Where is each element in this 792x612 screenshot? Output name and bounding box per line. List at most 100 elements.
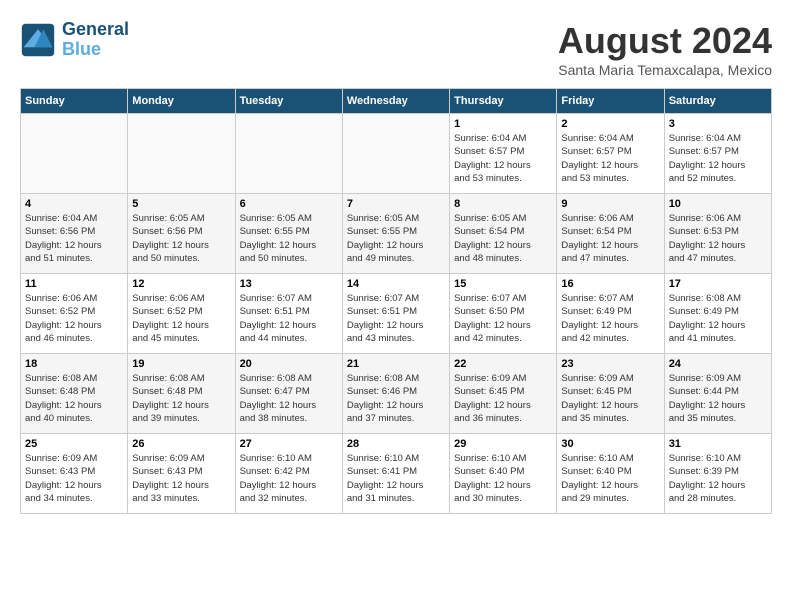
day-number: 5 [132, 198, 230, 210]
day-number: 17 [669, 278, 767, 290]
day-content: Sunrise: 6:07 AM Sunset: 6:49 PM Dayligh… [561, 292, 659, 345]
calendar-cell [235, 114, 342, 194]
day-content: Sunrise: 6:08 AM Sunset: 6:48 PM Dayligh… [132, 372, 230, 425]
day-number: 3 [669, 118, 767, 130]
calendar-cell: 23Sunrise: 6:09 AM Sunset: 6:45 PM Dayli… [557, 354, 664, 434]
day-content: Sunrise: 6:10 AM Sunset: 6:42 PM Dayligh… [240, 452, 338, 505]
calendar-table: SundayMondayTuesdayWednesdayThursdayFrid… [20, 88, 772, 514]
day-number: 30 [561, 438, 659, 450]
calendar-cell [342, 114, 449, 194]
day-of-week-header: Tuesday [235, 89, 342, 114]
day-number: 16 [561, 278, 659, 290]
logo-text: General Blue [62, 20, 129, 60]
calendar-cell: 28Sunrise: 6:10 AM Sunset: 6:41 PM Dayli… [342, 434, 449, 514]
calendar-body: 1 Sunrise: 6:04 AM Sunset: 6:57 PM Daylig… [21, 114, 772, 514]
day-of-week-header: Saturday [664, 89, 771, 114]
day-content: Sunrise: 6:09 AM Sunset: 6:44 PM Dayligh… [669, 372, 767, 425]
calendar-cell: 13 Sunrise: 6:07 AM Sunset: 6:51 PM Dayli… [235, 274, 342, 354]
calendar-cell: 6 Sunrise: 6:05 AM Sunset: 6:55 PM Daylig… [235, 194, 342, 274]
calendar-cell: 26 Sunrise: 6:09 AM Sunset: 6:43 PM Dayli… [128, 434, 235, 514]
calendar-cell: 18 Sunrise: 6:08 AM Sunset: 6:48 PM Dayli… [21, 354, 128, 434]
calendar-cell: 29Sunrise: 6:10 AM Sunset: 6:40 PM Dayli… [450, 434, 557, 514]
day-content: Sunrise: 6:06 AM Sunset: 6:54 PM Dayligh… [561, 212, 659, 265]
day-number: 4 [25, 198, 123, 210]
subtitle: Santa Maria Temaxcalapa, Mexico [558, 62, 772, 78]
day-number: 25 [25, 438, 123, 450]
day-number: 18 [25, 358, 123, 370]
day-content: Sunrise: 6:07 AM Sunset: 6:51 PM Dayligh… [240, 292, 338, 345]
page-header: General Blue August 2024 Santa Maria Tem… [20, 20, 772, 78]
day-number: 27 [240, 438, 338, 450]
day-number: 24 [669, 358, 767, 370]
day-content: Sunrise: 6:06 AM Sunset: 6:53 PM Dayligh… [669, 212, 767, 265]
day-content: Sunrise: 6:08 AM Sunset: 6:48 PM Dayligh… [25, 372, 123, 425]
day-content: Sunrise: 6:05 AM Sunset: 6:54 PM Dayligh… [454, 212, 552, 265]
calendar-cell: 21Sunrise: 6:08 AM Sunset: 6:46 PM Dayli… [342, 354, 449, 434]
calendar-cell: 9 Sunrise: 6:06 AM Sunset: 6:54 PM Daylig… [557, 194, 664, 274]
calendar-cell: 30 Sunrise: 6:10 AM Sunset: 6:40 PM Dayli… [557, 434, 664, 514]
day-content: Sunrise: 6:07 AM Sunset: 6:50 PM Dayligh… [454, 292, 552, 345]
logo: General Blue [20, 20, 129, 60]
main-title: August 2024 [558, 20, 772, 62]
calendar-cell: 20 Sunrise: 6:08 AM Sunset: 6:47 PM Dayli… [235, 354, 342, 434]
day-content: Sunrise: 6:10 AM Sunset: 6:40 PM Dayligh… [561, 452, 659, 505]
calendar-cell [128, 114, 235, 194]
day-content: Sunrise: 6:07 AM Sunset: 6:51 PM Dayligh… [347, 292, 445, 345]
day-number: 1 [454, 118, 552, 130]
day-number: 20 [240, 358, 338, 370]
day-content: Sunrise: 6:09 AM Sunset: 6:43 PM Dayligh… [132, 452, 230, 505]
calendar-cell: 25Sunrise: 6:09 AM Sunset: 6:43 PM Dayli… [21, 434, 128, 514]
calendar-cell: 16 Sunrise: 6:07 AM Sunset: 6:49 PM Dayli… [557, 274, 664, 354]
day-content: Sunrise: 6:05 AM Sunset: 6:55 PM Dayligh… [347, 212, 445, 265]
calendar-cell: 5Sunrise: 6:05 AM Sunset: 6:56 PM Daylig… [128, 194, 235, 274]
day-number: 31 [669, 438, 767, 450]
day-number: 15 [454, 278, 552, 290]
day-number: 6 [240, 198, 338, 210]
day-content: Sunrise: 6:08 AM Sunset: 6:46 PM Dayligh… [347, 372, 445, 425]
day-number: 26 [132, 438, 230, 450]
day-number: 19 [132, 358, 230, 370]
calendar-cell: 17 Sunrise: 6:08 AM Sunset: 6:49 PM Dayli… [664, 274, 771, 354]
day-content: Sunrise: 6:04 AM Sunset: 6:56 PM Dayligh… [25, 212, 123, 265]
day-content: Sunrise: 6:10 AM Sunset: 6:39 PM Dayligh… [669, 452, 767, 505]
day-content: Sunrise: 6:08 AM Sunset: 6:47 PM Dayligh… [240, 372, 338, 425]
day-number: 2 [561, 118, 659, 130]
logo-icon [20, 22, 56, 58]
day-content: Sunrise: 6:05 AM Sunset: 6:55 PM Dayligh… [240, 212, 338, 265]
day-number: 14 [347, 278, 445, 290]
calendar-cell: 14 Sunrise: 6:07 AM Sunset: 6:51 PM Dayli… [342, 274, 449, 354]
day-content: Sunrise: 6:04 AM Sunset: 6:57 PM Dayligh… [454, 132, 552, 185]
calendar-cell: 8Sunrise: 6:05 AM Sunset: 6:54 PM Daylig… [450, 194, 557, 274]
day-content: Sunrise: 6:09 AM Sunset: 6:45 PM Dayligh… [561, 372, 659, 425]
calendar-header-row: SundayMondayTuesdayWednesdayThursdayFrid… [21, 89, 772, 114]
calendar-cell: 24 Sunrise: 6:09 AM Sunset: 6:44 PM Dayli… [664, 354, 771, 434]
calendar-week-row: 1 Sunrise: 6:04 AM Sunset: 6:57 PM Daylig… [21, 114, 772, 194]
calendar-week-row: 11Sunrise: 6:06 AM Sunset: 6:52 PM Dayli… [21, 274, 772, 354]
calendar-week-row: 4 Sunrise: 6:04 AM Sunset: 6:56 PM Daylig… [21, 194, 772, 274]
calendar-week-row: 18 Sunrise: 6:08 AM Sunset: 6:48 PM Dayli… [21, 354, 772, 434]
day-number: 9 [561, 198, 659, 210]
day-content: Sunrise: 6:08 AM Sunset: 6:49 PM Dayligh… [669, 292, 767, 345]
calendar-cell: 31 Sunrise: 6:10 AM Sunset: 6:39 PM Dayli… [664, 434, 771, 514]
calendar-cell: 7Sunrise: 6:05 AM Sunset: 6:55 PM Daylig… [342, 194, 449, 274]
day-content: Sunrise: 6:06 AM Sunset: 6:52 PM Dayligh… [132, 292, 230, 345]
day-of-week-header: Sunday [21, 89, 128, 114]
day-of-week-header: Wednesday [342, 89, 449, 114]
calendar-cell: 19 Sunrise: 6:08 AM Sunset: 6:48 PM Dayli… [128, 354, 235, 434]
day-number: 13 [240, 278, 338, 290]
calendar-cell: 4 Sunrise: 6:04 AM Sunset: 6:56 PM Daylig… [21, 194, 128, 274]
day-number: 28 [347, 438, 445, 450]
calendar-week-row: 25 Sunrise: 6:09 AM Sunset: 6:43 PM Dayli… [21, 434, 772, 514]
calendar-cell: 11Sunrise: 6:06 AM Sunset: 6:52 PM Dayli… [21, 274, 128, 354]
title-block: August 2024 Santa Maria Temaxcalapa, Mex… [558, 20, 772, 78]
day-number: 10 [669, 198, 767, 210]
day-of-week-header: Monday [128, 89, 235, 114]
day-of-week-header: Friday [557, 89, 664, 114]
calendar-cell: 2 Sunrise: 6:04 AM Sunset: 6:57 PM Daylig… [557, 114, 664, 194]
calendar-cell [21, 114, 128, 194]
calendar-cell: 15 Sunrise: 6:07 AM Sunset: 6:50 PM Dayli… [450, 274, 557, 354]
day-content: Sunrise: 6:04 AM Sunset: 6:57 PM Dayligh… [561, 132, 659, 185]
calendar-cell: 27 Sunrise: 6:10 AM Sunset: 6:42 PM Dayli… [235, 434, 342, 514]
day-number: 12 [132, 278, 230, 290]
calendar-cell: 12 Sunrise: 6:06 AM Sunset: 6:52 PM Dayli… [128, 274, 235, 354]
